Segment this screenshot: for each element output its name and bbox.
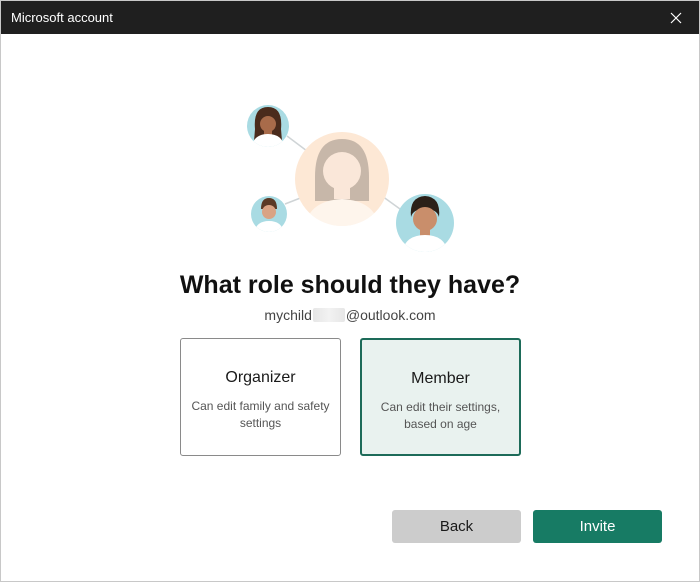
selected-person-avatar-icon bbox=[295, 132, 389, 226]
role-description: Can edit family and safety settings bbox=[191, 399, 330, 430]
family-illustration bbox=[247, 105, 454, 252]
page-title: What role should they have? bbox=[179, 271, 521, 299]
close-icon bbox=[670, 12, 682, 23]
window-title: Microsoft account bbox=[11, 10, 113, 25]
role-card-member[interactable]: Member Can edit their settings, based on… bbox=[360, 338, 521, 456]
back-button[interactable]: Back bbox=[392, 510, 521, 543]
redacted-text bbox=[312, 308, 345, 322]
email-suffix: @outlook.com bbox=[345, 307, 436, 323]
close-button[interactable] bbox=[653, 1, 699, 34]
role-card-organizer[interactable]: Organizer Can edit family and safety set… bbox=[180, 338, 341, 456]
invite-button[interactable]: Invite bbox=[533, 510, 662, 543]
title-bar: Microsoft account bbox=[1, 1, 699, 34]
role-description: Can edit their settings, based on age bbox=[380, 400, 501, 431]
role-title: Organizer bbox=[225, 369, 296, 386]
male-avatar-icon bbox=[396, 194, 454, 252]
young-child-avatar-icon bbox=[251, 196, 287, 232]
female-avatar-icon bbox=[247, 105, 289, 147]
dialog-window: Microsoft account What role should they … bbox=[0, 0, 700, 582]
invitee-email: mychild @outlook.com bbox=[1, 307, 699, 323]
role-title: Member bbox=[411, 370, 470, 387]
email-prefix: mychild bbox=[264, 307, 312, 323]
